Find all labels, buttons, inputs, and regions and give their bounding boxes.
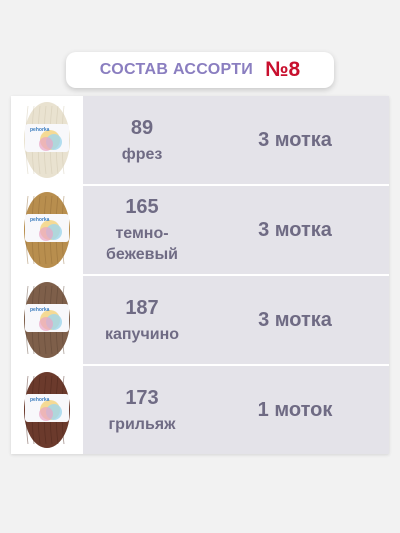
assortment-table: pehorka 89 фрез 3 мотка pehorka 165 темн… bbox=[11, 96, 389, 454]
quantity: 1 моток bbox=[257, 398, 333, 421]
quantity: 3 мотка bbox=[258, 128, 332, 151]
yarn-thumbnail: pehorka bbox=[11, 96, 83, 184]
color-name: грильяж bbox=[108, 415, 176, 433]
yarn-thumbnail: pehorka bbox=[11, 186, 83, 274]
color-code: 173 bbox=[125, 386, 159, 409]
yarn-skein-icon: pehorka bbox=[24, 192, 70, 268]
brand-label: pehorka bbox=[30, 217, 50, 223]
table-row: pehorka 165 темно-бежевый 3 мотка bbox=[11, 186, 389, 276]
color-code: 165 bbox=[125, 196, 159, 218]
brand-label: pehorka bbox=[30, 127, 50, 133]
yarn-thumbnail: pehorka bbox=[11, 366, 83, 454]
brand-label: pehorka bbox=[30, 307, 50, 313]
yarn-thumbnail: pehorka bbox=[11, 276, 83, 364]
title-text: СОСТАВ АССОРТИ bbox=[99, 61, 254, 78]
table-row: pehorka 173 грильяж 1 моток bbox=[11, 366, 389, 454]
yarn-skein-icon: pehorka bbox=[24, 102, 70, 178]
brand-label: pehorka bbox=[30, 397, 50, 403]
title-number: №8 bbox=[265, 58, 301, 81]
table-row: pehorka 187 капучино 3 мотка bbox=[11, 276, 389, 366]
color-name: фрез bbox=[121, 145, 163, 163]
title-banner: СОСТАВ АССОРТИ №8 bbox=[66, 52, 334, 88]
color-code: 89 bbox=[130, 116, 154, 139]
yarn-skein-icon: pehorka bbox=[24, 282, 70, 358]
quantity: 3 мотка bbox=[258, 308, 332, 331]
quantity: 3 мотка bbox=[258, 218, 332, 241]
color-code: 187 bbox=[125, 296, 159, 319]
yarn-skein-icon: pehorka bbox=[24, 372, 70, 448]
table-row: pehorka 89 фрез 3 мотка bbox=[11, 96, 389, 186]
color-name: темно-бежевый bbox=[106, 225, 178, 263]
color-name: капучино bbox=[104, 325, 180, 343]
